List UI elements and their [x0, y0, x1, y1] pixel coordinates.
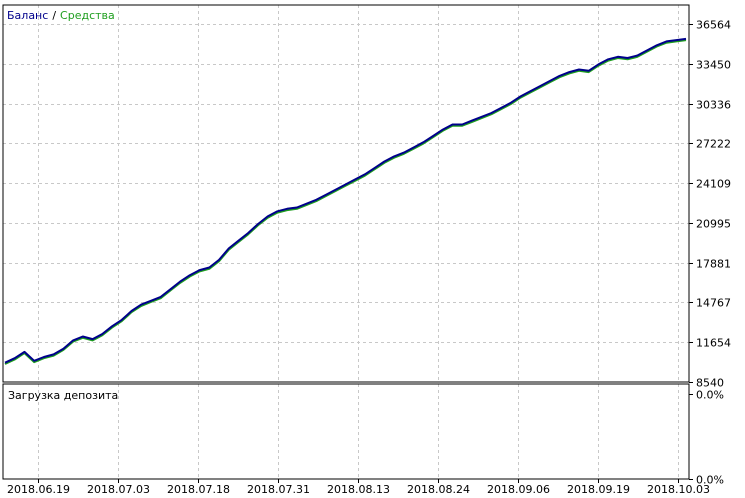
y-tick-label: 30336 [696, 99, 731, 112]
deposit-load-title: Загрузка депозита [8, 389, 118, 402]
chart-legend: Баланс / Средства [7, 9, 115, 22]
deposit-y-tick-label: 0.0% [696, 389, 724, 402]
x-tick-label: 2018.09.06 [487, 483, 550, 496]
balance-chart: Баланс / Средства Загрузка депозита 36564 3… [0, 0, 745, 498]
x-tick-label: 2018.07.18 [167, 483, 230, 496]
y-tick-label: 14767 [696, 297, 731, 310]
x-tick-label: 2018.08.13 [327, 483, 390, 496]
x-tick-label: 2018.06.19 [7, 483, 70, 496]
chart-background [0, 0, 745, 498]
legend-balance: Баланс [7, 9, 48, 22]
x-tick-label: 2018.10.03 [647, 483, 710, 496]
y-tick-label: 24109 [696, 178, 731, 191]
y-tick-label: 11654 [696, 337, 731, 350]
y-tick-label: 27222 [696, 138, 731, 151]
x-tick-label: 2018.09.19 [567, 483, 630, 496]
x-tick-label: 2018.07.03 [87, 483, 150, 496]
x-tick-label: 2018.08.24 [407, 483, 470, 496]
x-tick-label: 2018.07.31 [247, 483, 310, 496]
y-tick-label: 20995 [696, 218, 731, 231]
y-tick-label: 17881 [696, 258, 731, 271]
y-tick-label: 33450 [696, 59, 731, 72]
legend-equity: Средства [60, 9, 115, 22]
legend-separator: / [52, 9, 56, 22]
y-tick-label: 36564 [696, 19, 731, 32]
